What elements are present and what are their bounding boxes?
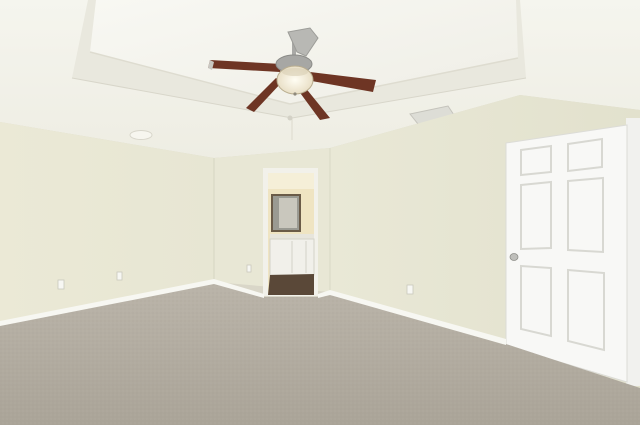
wall-outlet-icon [406, 284, 414, 295]
wall-outlet-icon [57, 279, 65, 290]
ceiling-light-icon [129, 130, 153, 140]
wall-outlet-icon [116, 271, 123, 281]
door-frame [626, 118, 640, 386]
door-slab [505, 124, 628, 383]
smoke-detector-icon [287, 115, 293, 121]
bedroom-scene [0, 0, 640, 425]
wall-outlet-icon [246, 264, 252, 273]
bedroom-door[interactable] [505, 118, 640, 386]
bathroom-doorway[interactable] [263, 168, 318, 296]
door-knob[interactable] [509, 253, 519, 261]
bathroom-floor [268, 274, 314, 295]
